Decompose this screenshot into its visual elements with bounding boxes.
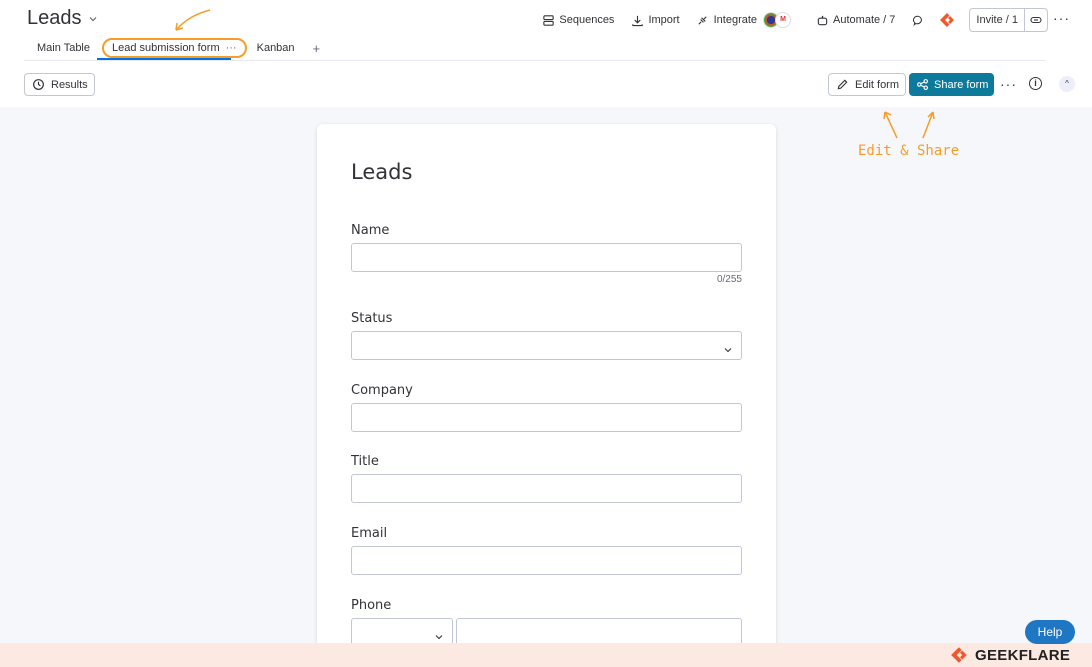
invite-group: Invite / 1: [969, 8, 1048, 32]
geekflare-logo-icon: [933, 12, 963, 28]
help-button[interactable]: Help: [1025, 620, 1075, 644]
email-input[interactable]: [351, 546, 742, 575]
updates-button[interactable]: [903, 9, 933, 31]
share-form-label: Share form: [934, 78, 989, 91]
share-form-button[interactable]: Share form: [909, 73, 995, 96]
board-title[interactable]: Leads: [27, 7, 98, 30]
sequences-button[interactable]: Sequences: [533, 9, 622, 31]
annotation-arrowhead-tab: [175, 22, 184, 31]
name-input[interactable]: [351, 243, 742, 272]
add-view-button[interactable]: +: [305, 41, 329, 56]
download-icon: [630, 13, 644, 27]
brand-name: GEEKFLARE: [975, 646, 1071, 664]
phone-label: Phone: [351, 598, 392, 613]
automate-label: Automate / 7: [833, 14, 896, 26]
company-input[interactable]: [351, 403, 742, 432]
status-label: Status: [351, 311, 393, 326]
pencil-icon: [835, 78, 849, 92]
geekflare-logo-icon: [951, 647, 967, 663]
results-label: Results: [51, 78, 88, 91]
integrate-label: Integrate: [713, 14, 758, 26]
gmail-icon: M: [775, 12, 792, 28]
sequences-label: Sequences: [559, 14, 615, 26]
status-select[interactable]: [351, 331, 742, 360]
chevron-down-icon: [435, 628, 443, 640]
form-title: Leads: [351, 160, 413, 184]
chevron-down-icon[interactable]: [88, 13, 98, 27]
email-label: Email: [351, 526, 388, 541]
form-card: Leads Name 0/255 Status Company Title Em…: [317, 124, 776, 667]
tab-kanban[interactable]: Kanban: [247, 37, 305, 59]
toolbar-more-icon[interactable]: ···: [1000, 76, 1017, 92]
plug-icon: [696, 13, 710, 27]
automate-button[interactable]: Automate / 7: [807, 9, 903, 31]
integrate-button[interactable]: Integrate M: [688, 9, 799, 31]
info-icon[interactable]: i: [1029, 77, 1042, 90]
collapse-header-icon[interactable]: ^: [1059, 76, 1075, 92]
more-options-icon[interactable]: ···: [1053, 10, 1070, 26]
sequences-icon: [541, 13, 555, 27]
results-button[interactable]: Results: [24, 73, 95, 96]
name-char-counter: 0/255: [716, 274, 742, 285]
integration-badges: M: [763, 12, 792, 28]
copy-link-icon[interactable]: [1025, 14, 1047, 26]
annotation-label: Edit & Share: [858, 143, 960, 159]
edit-form-button[interactable]: Edit form: [828, 73, 907, 96]
import-button[interactable]: Import: [622, 9, 687, 31]
invite-button[interactable]: Invite / 1: [970, 9, 1025, 31]
board-title-text: Leads: [27, 7, 82, 29]
tab-main-table[interactable]: Main Table: [27, 37, 100, 59]
import-label: Import: [648, 14, 680, 26]
chat-bubble-icon: [911, 13, 925, 27]
tab-label: Main Table: [37, 42, 90, 54]
title-label: Title: [351, 454, 379, 469]
geekflare-watermark: GEEKFLARE: [950, 646, 1070, 664]
robot-icon: [815, 13, 829, 27]
tab-lead-submission-form[interactable]: Lead submission form ···: [102, 38, 247, 58]
top-actions: Sequences Import Integrate M Automate / …: [533, 8, 1048, 32]
title-input[interactable]: [351, 474, 742, 503]
share-icon: [915, 78, 929, 92]
header-divider: [24, 60, 1046, 61]
name-label: Name: [351, 223, 390, 238]
view-tabs: Main Table Lead submission form ··· Kanba…: [27, 36, 328, 60]
tab-more-icon[interactable]: ···: [226, 42, 237, 54]
tab-label: Lead submission form: [112, 42, 220, 54]
chevron-down-icon: [724, 341, 732, 353]
company-label: Company: [351, 383, 413, 398]
annotation-arrow-tab: [175, 9, 211, 31]
watermark-band: [0, 643, 1092, 667]
edit-form-label: Edit form: [855, 78, 900, 91]
clock-icon: [31, 78, 45, 92]
tab-label: Kanban: [256, 42, 295, 54]
